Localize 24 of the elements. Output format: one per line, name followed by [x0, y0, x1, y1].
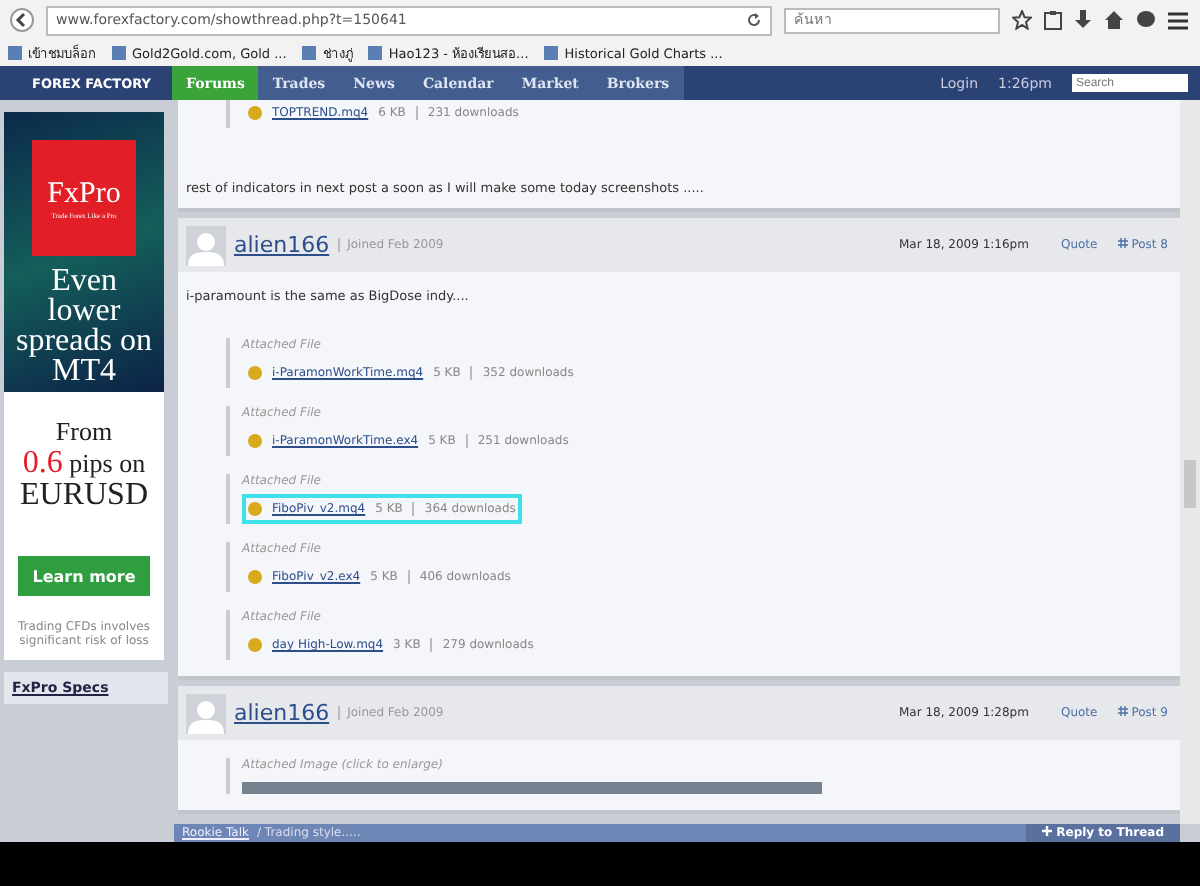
hash-icon [1117, 238, 1128, 248]
file-icon [248, 106, 262, 120]
home-icon[interactable] [1104, 10, 1124, 30]
file-icon [248, 434, 262, 448]
username-link[interactable]: alien166 [234, 700, 330, 726]
back-icon[interactable] [10, 8, 34, 32]
learn-more-button[interactable]: Learn more [18, 556, 150, 596]
download-icon[interactable] [1074, 10, 1092, 30]
plus-icon [1042, 826, 1053, 836]
avatar-icon [186, 225, 226, 265]
hash-icon [1117, 706, 1128, 716]
clipboard-icon[interactable] [1044, 10, 1062, 30]
reload-icon[interactable] [746, 12, 762, 28]
file-icon [248, 638, 262, 652]
file-icon [248, 366, 262, 380]
chat-icon[interactable] [1136, 10, 1156, 30]
file-icon [248, 502, 262, 516]
star-icon[interactable] [1012, 10, 1032, 30]
ad-headline: Even lower spreads on MT4 [14, 266, 154, 386]
menu-icon[interactable] [1168, 11, 1188, 29]
file-icon [248, 570, 262, 584]
ad-offer-text: From 0.6 pips on EURUSD [19, 416, 148, 512]
username-link[interactable]: alien166 [234, 232, 330, 258]
avatar-icon [186, 693, 226, 733]
